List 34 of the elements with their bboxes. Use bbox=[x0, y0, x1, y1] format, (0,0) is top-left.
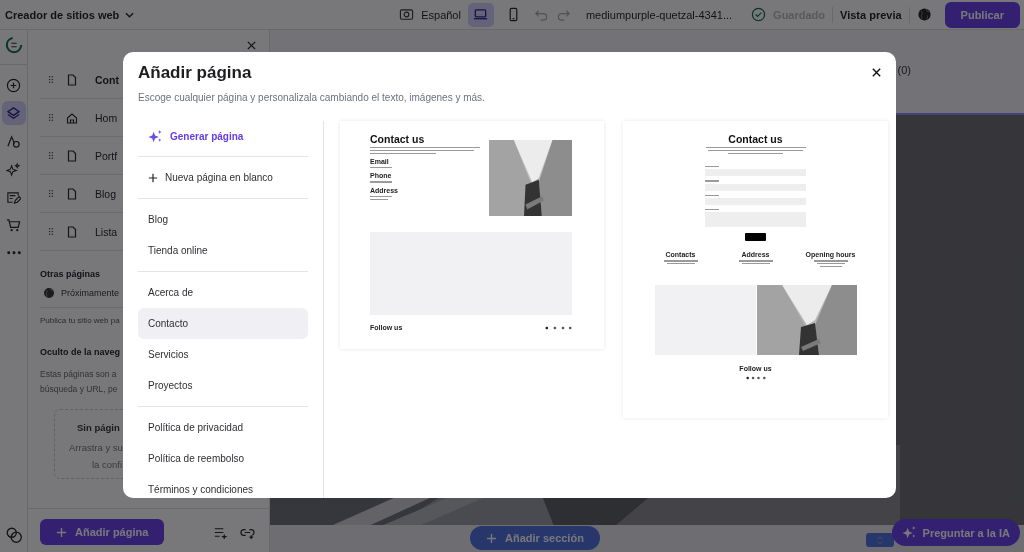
page-type-item[interactable]: Servicios bbox=[138, 339, 308, 370]
page-type-item[interactable]: Política de reembolso bbox=[138, 443, 308, 474]
page-name[interactable]: Blog bbox=[95, 187, 116, 200]
generate-page-button[interactable]: Generar página bbox=[138, 121, 308, 151]
publish-button[interactable]: Publicar bbox=[944, 1, 1020, 28]
page-name[interactable]: Próximamente bbox=[61, 288, 120, 298]
section-heading: Otras páginas bbox=[40, 269, 101, 279]
page-type-item[interactable]: Términos y condiciones bbox=[138, 474, 308, 498]
page-name[interactable]: Hom bbox=[95, 111, 118, 124]
page-name[interactable]: Lista bbox=[95, 225, 118, 238]
page-type-item[interactable]: Contacto bbox=[138, 308, 308, 339]
template-heading: Contact us bbox=[370, 133, 426, 145]
section-heading: Oculto de la naveg bbox=[40, 347, 121, 357]
dialog-subtitle: Escoge cualquier página y personalizala cambiando el texto, imágenes y más. bbox=[138, 92, 486, 103]
ask-ai-button[interactable]: Preguntar a la IA bbox=[891, 519, 1020, 546]
page-type-item[interactable]: Blog bbox=[138, 204, 308, 235]
domain-link[interactable]: mediumpurple-quetzal-4341... bbox=[585, 8, 733, 21]
page-type-item[interactable]: Tienda online bbox=[138, 235, 308, 266]
empty-title: Sin págin bbox=[77, 421, 120, 435]
page-type-item[interactable]: Acerca de bbox=[138, 277, 308, 308]
language-selector[interactable]: Español bbox=[421, 8, 461, 21]
blank-page-button[interactable]: Nueva página en blanco bbox=[138, 162, 308, 193]
page-name[interactable]: Portf bbox=[95, 149, 118, 162]
page-type-item[interactable]: Política de privacidad bbox=[138, 412, 308, 443]
preview-button[interactable]: Vista previa bbox=[840, 8, 902, 21]
page-type-item[interactable]: Proyectos bbox=[138, 370, 308, 401]
add-page-button[interactable]: Añadir página bbox=[40, 519, 165, 545]
add-section-button[interactable]: Añadir sección bbox=[470, 526, 600, 550]
help-text: Publica tu sitio web pa bbox=[40, 316, 120, 325]
site-builder-menu[interactable]: Creador de sitios web bbox=[5, 8, 135, 21]
page-name[interactable]: Cont bbox=[95, 73, 119, 86]
template-heading: Contact us bbox=[728, 133, 783, 145]
dialog-title: Añadir página bbox=[138, 63, 252, 83]
item-count: (0) bbox=[897, 64, 911, 78]
